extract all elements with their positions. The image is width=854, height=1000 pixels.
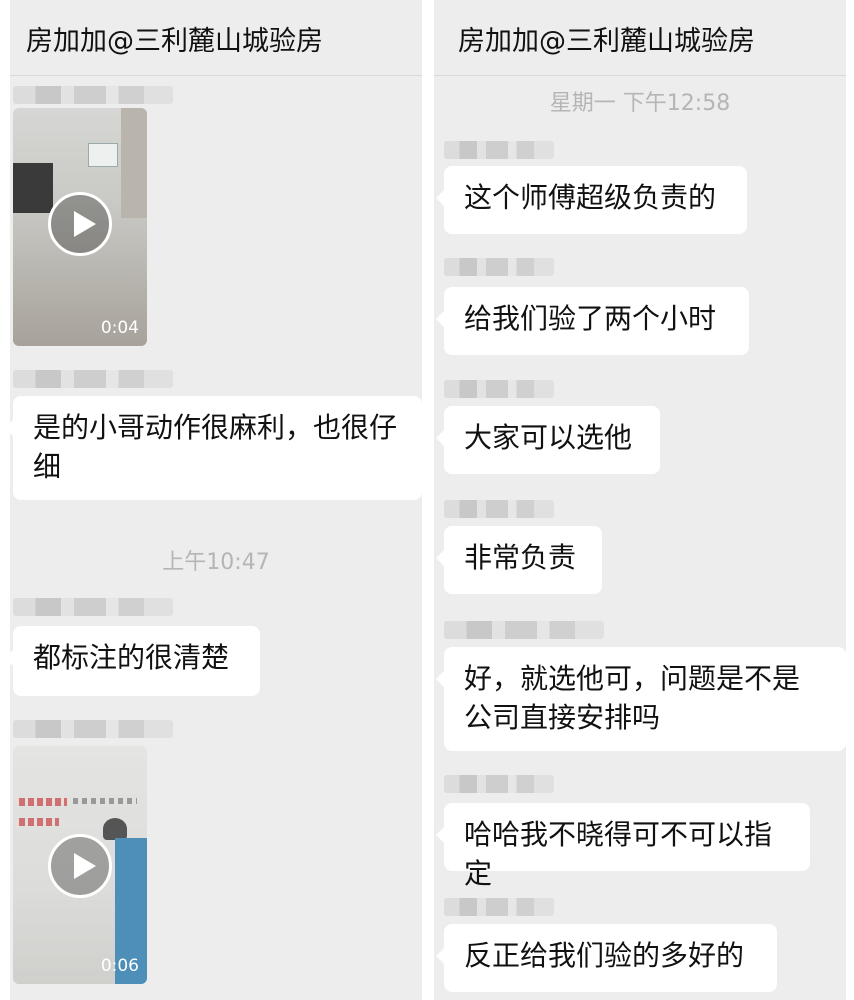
sender-name-blurred [444, 621, 604, 639]
sender-name-blurred [444, 258, 554, 276]
message-bubble[interactable]: 这个师傅超级负责的 [436, 166, 747, 234]
video-thumb-writing [19, 798, 67, 806]
timestamp: 星期一 下午12:58 [549, 91, 731, 116]
right-chat-panel: 房加加@三利麓山城验房 星期一 下午12:58 这个师傅超级负责的 给我们验了两… [434, 0, 846, 1000]
message-bubble[interactable]: 非常负责 [436, 526, 602, 594]
message-text: 哈哈我不晓得可不可以指定 [464, 818, 773, 890]
message-text: 好，就选他可，问题是不是公司直接安排吗 [464, 662, 801, 734]
sender-name-blurred [444, 775, 554, 793]
message-bubble[interactable]: 是的小哥动作很麻利，也很仔细 [10, 396, 422, 500]
left-chat-title: 房加加@三利麓山城验房 [26, 26, 323, 57]
left-chat-panel: 房加加@三利麓山城验房 0:04 是的小哥动作很麻利，也很仔细 上午10:47 … [10, 0, 422, 1000]
video-duration: 0:06 [100, 956, 139, 976]
message-bubble[interactable]: 都标注的很清楚 [10, 626, 260, 696]
video-thumb-person-head [103, 818, 127, 840]
message-bubble[interactable]: 给我们验了两个小时 [436, 287, 749, 355]
video-thumb-object [13, 163, 53, 213]
video-duration: 0:04 [100, 318, 139, 338]
sender-name-blurred [13, 720, 173, 738]
message-bubble[interactable]: 大家可以选他 [436, 406, 660, 474]
left-chat-header: 房加加@三利麓山城验房 [10, 0, 422, 76]
right-chat-title: 房加加@三利麓山城验房 [458, 26, 755, 57]
sender-name-blurred [444, 500, 554, 518]
play-icon[interactable] [48, 834, 112, 898]
right-chat-header: 房加加@三利麓山城验房 [434, 0, 846, 76]
message-text: 是的小哥动作很麻利，也很仔细 [33, 411, 398, 483]
message-text: 大家可以选他 [464, 421, 633, 454]
sender-name-blurred [13, 370, 173, 388]
message-text: 非常负责 [464, 541, 577, 574]
video-thumb-wall [121, 108, 147, 218]
sender-name-blurred [444, 141, 554, 159]
message-bubble[interactable]: 反正给我们验的多好的 [436, 924, 777, 992]
video-thumb-writing [73, 798, 137, 804]
message-text: 都标注的很清楚 [33, 641, 230, 674]
sender-name-blurred [444, 380, 554, 398]
timestamp: 上午10:47 [162, 550, 270, 575]
message-bubble[interactable]: 哈哈我不晓得可不可以指定 [436, 803, 810, 890]
sender-name-blurred [13, 86, 173, 104]
message-text: 给我们验了两个小时 [464, 302, 717, 335]
video-thumb-writing [19, 818, 59, 826]
message-text: 反正给我们验的多好的 [464, 939, 745, 972]
sender-name-blurred [444, 898, 554, 916]
video-message-2[interactable]: 0:06 [13, 746, 147, 984]
message-bubble[interactable]: 好，就选他可，问题是不是公司直接安排吗 [436, 647, 846, 751]
sender-name-blurred [13, 598, 173, 616]
message-text: 这个师傅超级负责的 [464, 181, 717, 214]
video-message-1[interactable]: 0:04 [13, 108, 147, 346]
video-thumb-sign [88, 143, 118, 167]
play-icon[interactable] [48, 192, 112, 256]
